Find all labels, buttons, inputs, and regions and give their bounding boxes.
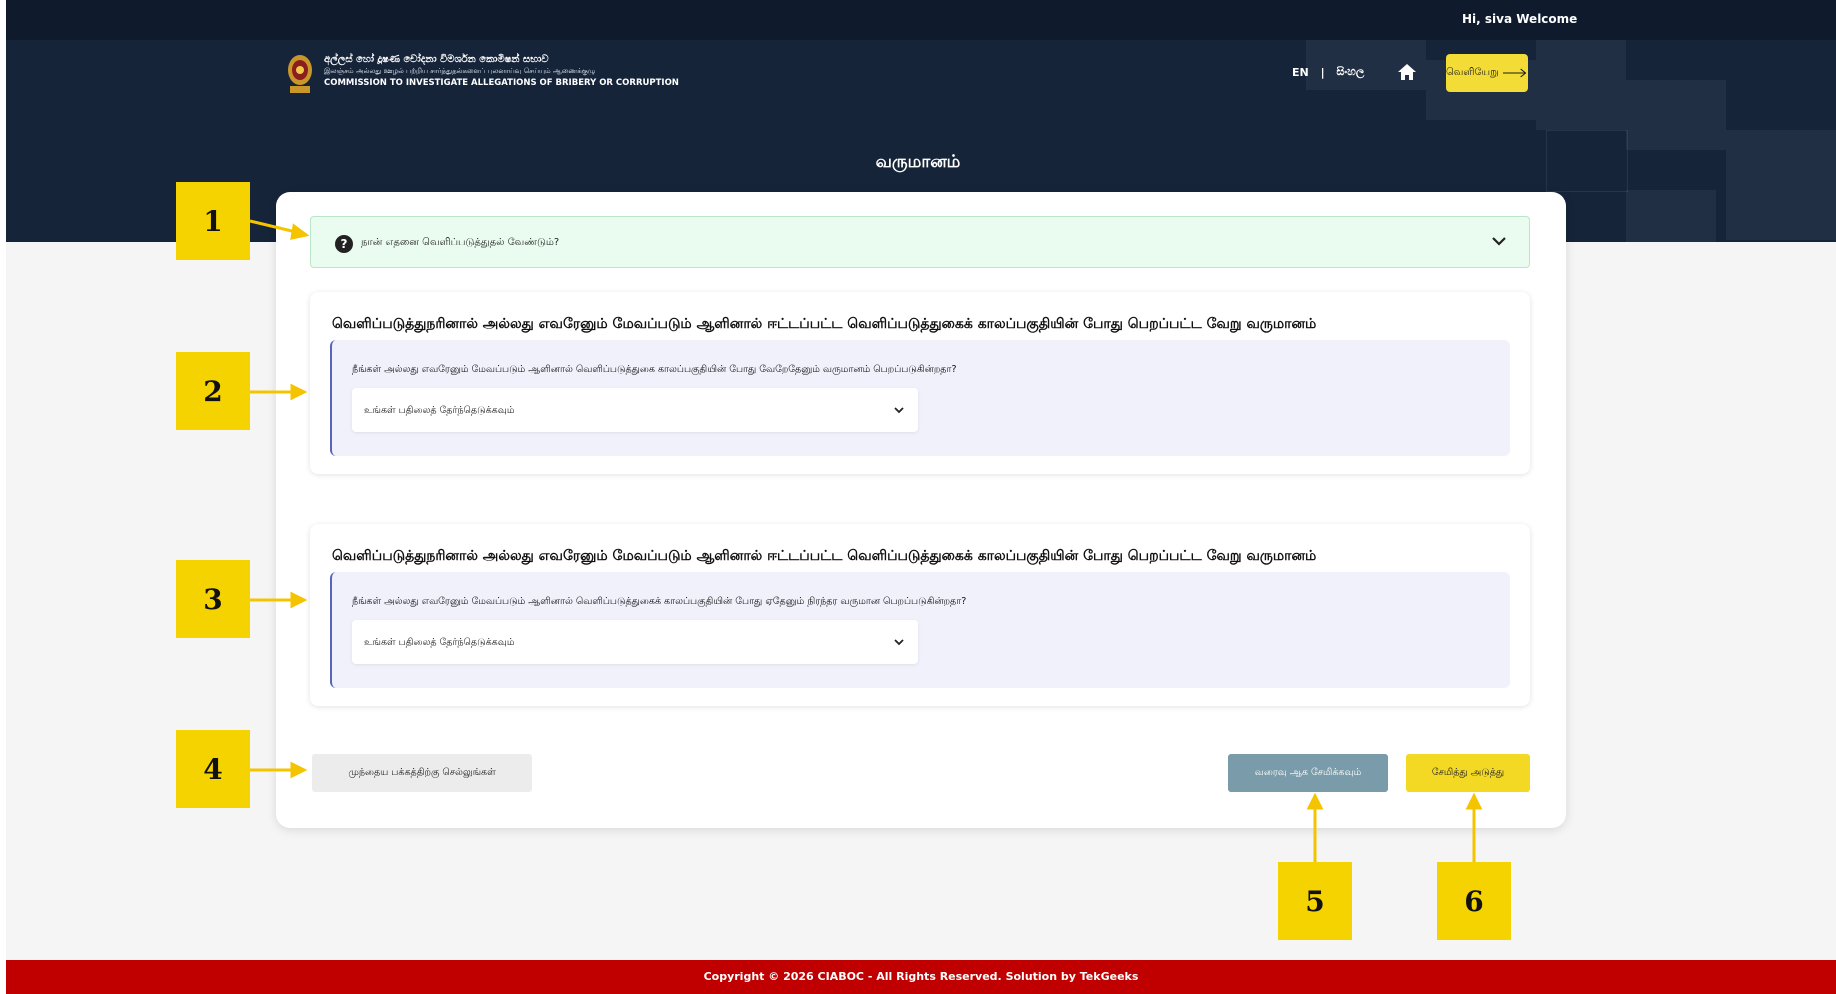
section-title: வெளிப்படுத்துநரினால் அல்லது எவரேனும் மேவ… [332,548,1317,564]
previous-page-button[interactable]: முந்தைய பக்கத்திற்கு செல்லுங்கள் [312,754,532,792]
faq-accordion[interactable]: ? நான் எதனை வெளிப்படுத்துதல் வேண்டும்? [310,216,1530,268]
top-bar: Hi, siva Welcome [6,0,1836,40]
question-text: நீங்கள் அல்லது எவரேனும் மேவப்படும் ஆளினா… [352,596,967,607]
header-decoration [1536,40,1626,130]
select-value: உங்கள் பதிலைத் தேர்ந்தெடுக்கவும் [364,637,515,648]
long-arrow-right-icon [1503,68,1527,78]
question-panel: நீங்கள் அல்லது எவரேனும் மேவப்படும் ஆளினா… [330,340,1510,456]
select-value: உங்கள் பதிலைத் தேர்ந்தெடுக்கவும் [364,405,515,416]
emblem-logo [288,55,312,93]
callout-badge-2: 2 [176,352,250,430]
callout-badge-3: 3 [176,560,250,638]
income-section-permanent: வெளிப்படுத்துநரினால் அல்லது எவரேனும் மேவ… [310,524,1530,706]
header-decoration [1726,130,1836,240]
footer: Copyright © 2026 CIABOC - All Rights Res… [6,960,1836,994]
answer-select[interactable]: உங்கள் பதிலைத் தேர்ந்தெடுக்கவும் [352,620,918,664]
callout-badge-1: 1 [176,182,250,260]
callout-badge-4: 4 [176,730,250,808]
chevron-down-icon [894,407,904,414]
org-name-tamil: இலஞ்சம் அல்லது ஊழல் பற்றிய சார்த்துதல்கள… [324,67,596,75]
question-panel: நீங்கள் அல்லது எவரேனும் மேவப்படும் ஆளினா… [330,572,1510,688]
callout-badge-5: 5 [1278,862,1352,940]
faq-text: நான் எதனை வெளிப்படுத்துதல் வேண்டும்? [361,237,560,248]
income-section-other: வெளிப்படுத்துநரினால் அல்லது எவரேனும் மேவ… [310,292,1530,474]
chevron-down-icon[interactable] [1489,231,1509,251]
language-switcher: EN | සිංහල [1292,65,1364,79]
form-card [276,192,1566,828]
save-draft-button[interactable]: வரைவு ஆக சேமிக்கவும் [1228,754,1388,792]
logout-label: வெளியேறு [1446,67,1499,78]
header-decoration [1626,190,1716,242]
answer-select[interactable]: உங்கள் பதிலைத் தேர்ந்தெடுக்கவும் [352,388,918,432]
callout-badge-6: 6 [1437,862,1511,940]
logout-button[interactable]: வெளியேறு [1446,54,1528,92]
lang-en-link[interactable]: EN [1292,66,1309,79]
page-title: வருமானம் [875,152,961,172]
question-text: நீங்கள் அல்லது எவரேனும் மேவப்படும் ஆளினா… [352,364,957,375]
chevron-down-icon [894,639,904,646]
header-decoration [1626,80,1726,150]
org-name-sinhala: අල්ලස් හෝ දූෂණ චෝදනා විමර්ශන කොමිෂන් සභා… [324,54,549,65]
question-circle-icon: ? [335,235,353,253]
section-title: வெளிப்படுத்துநரினால் அல்லது எவரேனும் மேவ… [332,316,1317,332]
home-icon[interactable] [1396,62,1418,82]
lang-separator: | [1320,65,1325,79]
lang-si-link[interactable]: සිංහල [1336,65,1364,79]
user-greeting: Hi, siva Welcome [1462,12,1578,26]
org-name-english: COMMISSION TO INVESTIGATE ALLEGATIONS OF… [324,78,679,88]
organization-name: අල්ලස් හෝ දූෂණ චෝදනා විමර්ශන කොමිෂන් සභා… [324,54,679,88]
save-next-button[interactable]: சேமித்து அடுத்து [1406,754,1530,792]
